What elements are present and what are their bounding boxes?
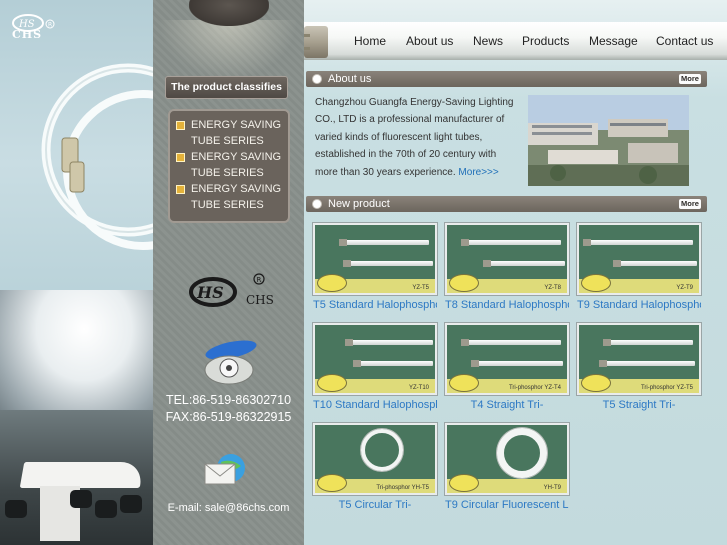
bullet-icon — [176, 121, 185, 130]
product-name: T5 Straight Tri- — [602, 399, 676, 411]
about-us-title: About us — [328, 73, 372, 85]
category-label: ENERGY SAVING TUBE SERIES — [191, 119, 282, 147]
new-product-section-bar: New product More — [306, 196, 707, 212]
product-thumbnail: YZ-T9 — [576, 222, 702, 296]
fax-number: FAX:86-519-86322915 — [165, 410, 292, 424]
circular-lamp-icon — [41, 63, 153, 250]
sidebar: The product classifies ENERGY SAVING TUB… — [153, 0, 304, 545]
product-thumbnail: YZ-T5 — [312, 222, 438, 296]
product-thumbnail: YZ-T8 — [444, 222, 570, 296]
chs-badge-icon — [317, 474, 347, 492]
product-name: T10 Standard Halophosphor — [313, 399, 437, 411]
about-description: Changzhou Guangfa Energy-Saving Lighting… — [315, 97, 514, 178]
product-code: YZ-T9 — [676, 285, 693, 291]
telephone-number: TEL:86-519-86302710 — [165, 393, 292, 407]
category-label: ENERGY SAVING TUBE SERIES — [191, 183, 282, 211]
category-label: ENERGY SAVING TUBE SERIES — [191, 151, 282, 179]
reception-desk — [19, 462, 145, 488]
chs-logo-text: CHS — [246, 293, 274, 307]
bullet-icon — [176, 153, 185, 162]
email-icon — [204, 454, 245, 485]
product-thumbnail: Tri-phosphor YZ-T4 — [444, 322, 570, 396]
factory-photo — [528, 95, 689, 186]
product-code: YZ-T8 — [544, 285, 561, 291]
product-category-list: ENERGY SAVING TUBE SERIES ENERGY SAVING … — [168, 109, 290, 223]
product-thumbnail: Tri-phosphor YZ-T5 — [576, 322, 702, 396]
bullet-icon — [176, 185, 185, 194]
product-name: T8 Standard Halophosphor — [445, 299, 569, 311]
brand-name: CHS — [12, 28, 43, 41]
nav-news[interactable]: News — [473, 34, 503, 48]
bullet-icon — [312, 199, 322, 209]
product-classifies-header: The product classifies — [165, 76, 288, 99]
chs-badge-icon — [449, 474, 479, 492]
tube-end-cap — [304, 26, 328, 58]
about-text: Changzhou Guangfa Energy-Saving Lighting… — [315, 94, 521, 181]
new-product-more-button[interactable]: More — [679, 199, 701, 209]
product-thumbnail: YH-T9 — [444, 422, 570, 496]
product-name: T9 Circular Fluorescent Lamp — [445, 499, 569, 511]
product-name: T9 Standard Halophosphor — [577, 299, 701, 311]
product-name: T4 Straight Tri- — [470, 399, 544, 411]
new-product-title: New product — [328, 198, 390, 210]
bullet-icon — [312, 74, 322, 84]
chs-logo-icon: HS R — [189, 273, 265, 307]
left-banner-photo: HS R CHS — [0, 0, 153, 545]
product-name: T5 Circular Tri- — [338, 499, 412, 511]
about-more-link[interactable]: More>>> — [458, 167, 498, 178]
nav-message[interactable]: Message — [589, 34, 638, 48]
nav-products[interactable]: Products — [522, 34, 569, 48]
chs-badge-icon — [449, 274, 479, 292]
nav-about-us[interactable]: About us — [406, 34, 453, 48]
about-more-button[interactable]: More — [679, 74, 701, 84]
product-thumbnail: YZ-T10 — [312, 322, 438, 396]
chs-badge-icon — [317, 374, 347, 392]
product-code: Tri-phosphor YZ-T5 — [640, 385, 693, 391]
svg-text:R: R — [257, 276, 262, 284]
product-code: YZ-T10 — [408, 385, 429, 391]
nav-home[interactable]: Home — [354, 34, 386, 48]
product-code: Tri-phosphor YZ-T4 — [508, 385, 561, 391]
main-content: Home About us News Products Message Cont… — [304, 0, 727, 545]
about-us-section-bar: About us More — [306, 71, 707, 87]
chs-badge-icon — [581, 274, 611, 292]
chs-badge-icon — [449, 374, 479, 392]
ceiling-lamp-icon — [189, 0, 269, 26]
product-code: YZ-T5 — [412, 285, 429, 291]
product-name: T5 Standard Halophosphor — [313, 299, 437, 311]
nav-contact-us[interactable]: Contact us — [656, 34, 713, 48]
product-thumbnail: Tri-phosphor YH-T5 — [312, 422, 438, 496]
svg-text:R: R — [48, 22, 52, 29]
chs-badge-icon — [317, 274, 347, 292]
svg-text:HS: HS — [196, 283, 224, 302]
product-code: Tri-phosphor YH-T5 — [376, 485, 429, 491]
product-code: YH-T9 — [543, 485, 561, 491]
chs-badge-icon — [581, 374, 611, 392]
telephone-icon — [204, 340, 257, 385]
email-address[interactable]: E-mail: sale@86chs.com — [153, 502, 304, 514]
